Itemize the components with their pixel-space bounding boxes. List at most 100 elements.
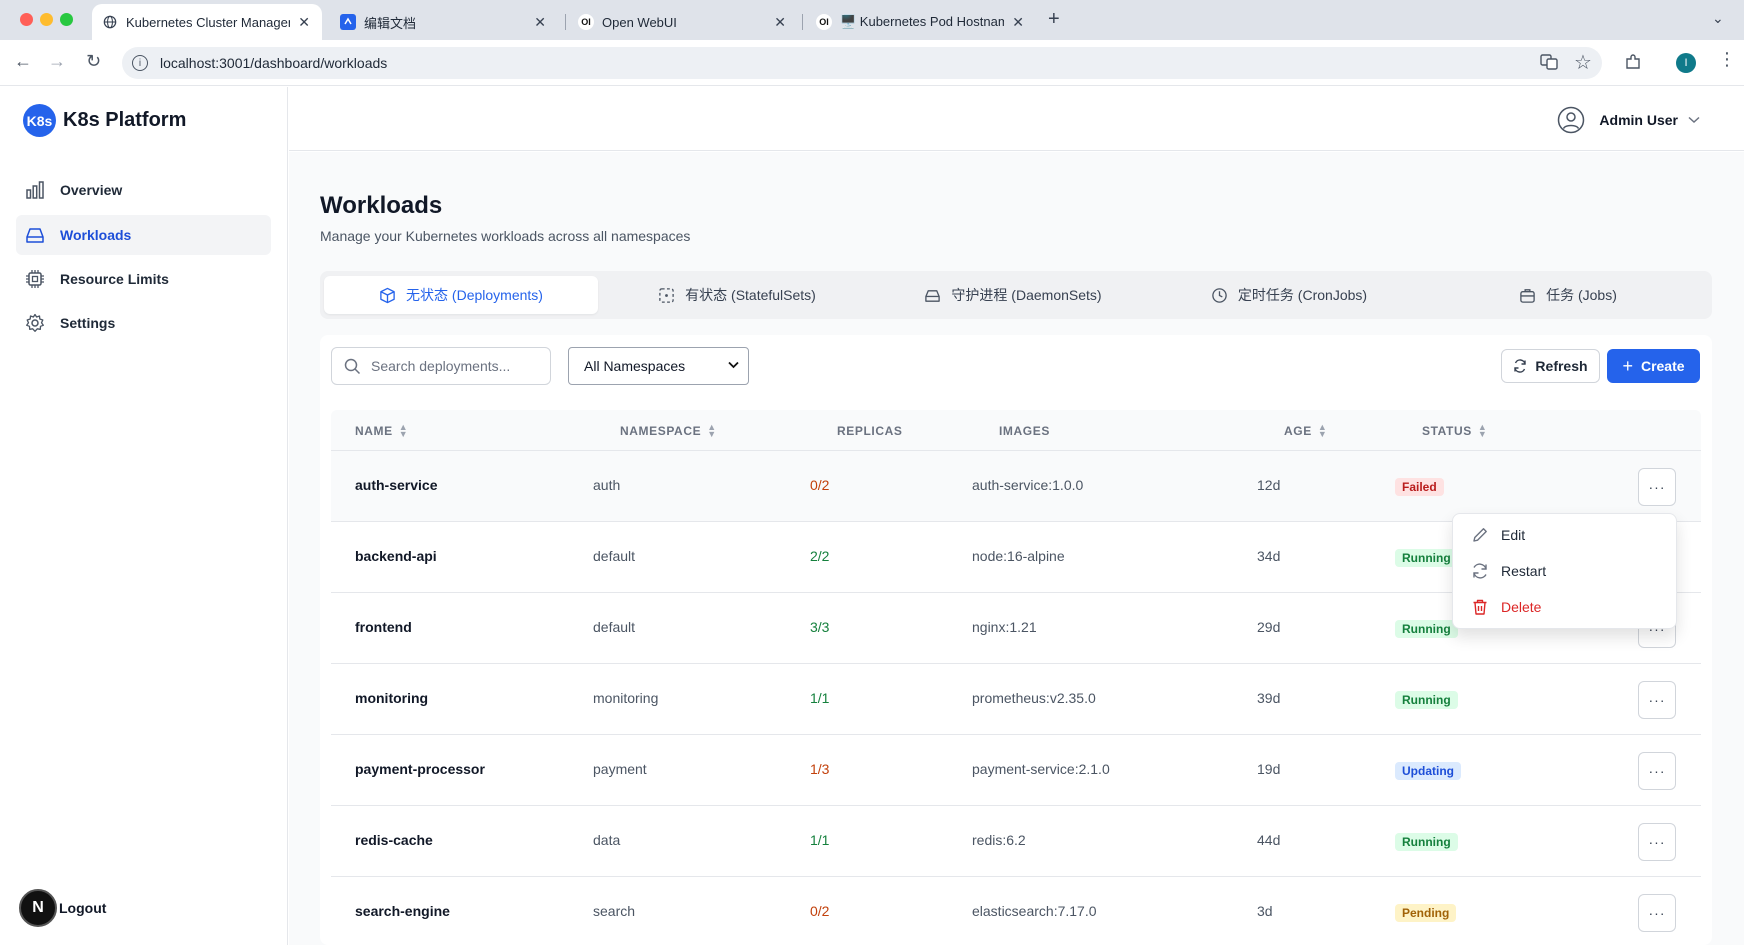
sidebar-item-label: Workloads (60, 227, 132, 243)
deployment-replicas: 2/2 (810, 548, 830, 564)
bar-chart-icon (26, 181, 44, 199)
menu-item-delete[interactable]: Delete (1471, 595, 1541, 619)
briefcase-icon (1520, 288, 1535, 303)
menu-item-restart[interactable]: Restart (1471, 559, 1546, 583)
browser-tab[interactable]: OI 🖥️ Kubernetes Pod Hostname ✕ (806, 4, 1036, 40)
trash-icon (1473, 599, 1487, 615)
browser-tab[interactable]: 编辑文档 ✕ (330, 4, 558, 40)
sidebar-item-settings[interactable]: Settings (16, 303, 271, 343)
close-tab-icon[interactable]: ✕ (774, 14, 786, 31)
tab-label: 守护进程 (DaemonSets) (951, 287, 1102, 303)
cpu-icon (26, 270, 44, 288)
create-button[interactable]: + Create (1607, 349, 1700, 383)
table-row[interactable]: payment-processor payment 1/3 payment-servi… (331, 735, 1701, 806)
sidebar-item-overview[interactable]: Overview (16, 170, 271, 210)
chevron-down-icon (728, 360, 739, 372)
deployment-name[interactable]: search-engine (355, 903, 450, 919)
deployment-name[interactable]: payment-processor (355, 761, 485, 777)
minimize-window-button[interactable] (40, 13, 53, 26)
dashed-box-icon (659, 287, 674, 303)
bookmark-star-icon[interactable]: ☆ (1574, 50, 1592, 75)
deployment-image: payment-service:2.1.0 (972, 761, 1110, 777)
tab-jobs[interactable]: 任务 (Jobs) (1428, 276, 1708, 314)
menu-item-label: Restart (1501, 563, 1547, 579)
user-menu[interactable]: Admin User (1557, 106, 1714, 134)
row-actions-button[interactable]: ··· (1638, 894, 1676, 932)
forward-icon[interactable]: → (48, 51, 66, 72)
sidebar-item-workloads[interactable]: Workloads (16, 215, 271, 255)
doc-icon (340, 14, 356, 30)
new-tab-icon[interactable]: + (1048, 8, 1060, 31)
table-row[interactable]: monitoring monitoring 1/1 prometheus:v2.35.… (331, 664, 1701, 735)
page-subtitle: Manage your Kubernetes workloads across … (320, 228, 691, 244)
browser-tab[interactable]: OI Open WebUI ✕ (568, 4, 798, 40)
tab-title: Open WebUI (602, 14, 677, 30)
deployment-age: 12d (1257, 477, 1281, 493)
close-window-button[interactable] (20, 13, 33, 26)
deployment-name[interactable]: monitoring (355, 690, 428, 706)
site-info-icon[interactable]: i (132, 55, 148, 71)
pencil-icon (1473, 528, 1487, 542)
reload-icon[interactable]: ↻ (86, 51, 101, 72)
drive-icon (26, 228, 44, 243)
menu-item-edit[interactable]: Edit (1471, 523, 1525, 547)
tab-daemonsets[interactable]: 守护进程 (DaemonSets) (876, 276, 1150, 314)
deployment-name[interactable]: auth-service (355, 477, 437, 493)
refresh-button[interactable]: Refresh (1501, 349, 1600, 383)
deployment-namespace: default (593, 619, 636, 635)
deployment-age: 34d (1257, 548, 1281, 564)
url-field[interactable]: i localhost:3001/dashboard/workloads (122, 47, 1602, 79)
namespace-select[interactable]: All Namespaces (568, 347, 749, 385)
deployment-replicas: 0/2 (810, 477, 830, 493)
back-icon[interactable]: ← (14, 51, 32, 72)
logout-button[interactable]: N Logout (19, 889, 106, 927)
extensions-icon[interactable] (1624, 53, 1642, 76)
deployment-name[interactable]: backend-api (355, 548, 437, 564)
chevron-down-icon[interactable]: ⌄ (1712, 10, 1724, 27)
search-box[interactable] (331, 347, 551, 385)
translate-icon[interactable] (1540, 53, 1558, 76)
gear-icon (26, 313, 44, 332)
table-row[interactable]: auth-service auth 0/2 auth-service:1.0.0 12d… (331, 451, 1701, 522)
search-input[interactable] (371, 358, 541, 374)
deployment-image: redis:6.2 (972, 832, 1026, 848)
row-actions-button[interactable]: ··· (1638, 823, 1676, 861)
search-icon (344, 358, 361, 374)
deployment-image: auth-service:1.0.0 (972, 477, 1084, 493)
browser-tab-active[interactable]: Kubernetes Cluster Managem ✕ (92, 4, 322, 40)
column-header-name[interactable]: NAME ▲ ▼ (355, 423, 408, 439)
column-header-age[interactable]: AGE ▲ ▼ (1284, 422, 1328, 439)
deployments-card: All Namespaces Refresh + Create NAME▲▼ N… (320, 335, 1712, 945)
browser-menu-icon[interactable]: ⋮ (1718, 49, 1736, 70)
maximize-window-button[interactable] (60, 13, 73, 26)
column-header-namespace[interactable]: NAMESPACE ▲ ▼ (620, 422, 717, 439)
sort-icon: ▲ ▼ (707, 422, 717, 439)
deployment-age: 29d (1257, 619, 1281, 635)
sidebar-item-resource-limits[interactable]: Resource Limits (16, 259, 271, 299)
table-row[interactable]: search-engine search 0/2 elasticsearch:7.17… (331, 877, 1701, 945)
deployment-age: 3d (1257, 903, 1273, 919)
close-tab-icon[interactable]: ✕ (1012, 14, 1024, 31)
table-row[interactable]: redis-cache data 1/1 redis:6.2 44d Running ··· (331, 806, 1701, 877)
tab-statefulsets[interactable]: 有状态 (StatefulSets) (600, 276, 874, 314)
plus-icon: + (1622, 355, 1633, 376)
row-actions-button[interactable]: ··· (1638, 468, 1676, 506)
top-header: Admin User (289, 87, 1744, 151)
sort-icon: ▲ ▼ (1317, 422, 1328, 439)
deployment-namespace: default (593, 548, 636, 564)
close-tab-icon[interactable]: ✕ (298, 14, 310, 31)
column-header-status[interactable]: STATUS ▲ ▼ (1422, 423, 1487, 439)
deployment-name[interactable]: redis-cache (355, 832, 433, 848)
brand[interactable]: K8s K8s Platform (23, 104, 186, 137)
deployment-name[interactable]: frontend (355, 619, 412, 635)
tab-deployments[interactable]: 无状态 (Deployments) (324, 276, 598, 314)
row-actions-button[interactable]: ··· (1638, 681, 1676, 719)
box-icon (380, 287, 395, 303)
row-actions-button[interactable]: ··· (1638, 752, 1676, 790)
profile-avatar[interactable]: I (1676, 53, 1696, 73)
deployment-replicas: 1/1 (810, 690, 830, 706)
tab-cronjobs[interactable]: 定时任务 (CronJobs) (1152, 276, 1426, 314)
close-tab-icon[interactable]: ✕ (534, 14, 546, 31)
tab-separator (565, 14, 566, 30)
menu-item-label: Edit (1501, 527, 1526, 543)
